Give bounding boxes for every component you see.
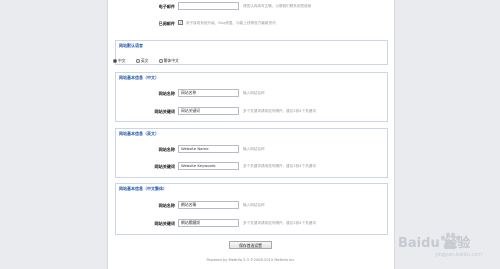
en-keywords-input[interactable]: Website Keywords <box>178 162 239 170</box>
cn-keywords-row: 网站关键词 网站关键词 多个关键词请用逗号隔开，建议3到4个关键词 <box>108 107 394 117</box>
email-hint: 请您认真填写正确，以便我们联系到您使用 <box>243 4 312 8</box>
language-radios: 中文 英文 繁体中文 <box>113 58 188 64</box>
radio-option-cn[interactable]: 中文 <box>113 58 126 63</box>
watermark-url: jingyan.baidu.com <box>436 252 483 258</box>
save-button[interactable]: 保存首选设置 <box>229 241 272 249</box>
en-name-hint: 输入网站名称 <box>243 147 265 151</box>
en-name-input[interactable]: Website Name <box>178 145 239 153</box>
cn-name-label: 网站名称 <box>158 91 175 96</box>
language-title: 网站默认语言 <box>119 43 143 48</box>
tw-keywords-row: 网站关键词 網站關鍵詞 多个关键词请用逗号隔开，建议3到4个关键词 <box>108 219 394 229</box>
tw-name-row: 网站名称 網站名稱 输入网站名称 <box>108 201 394 211</box>
settings-page: 电子邮件 请您认真填写正确，以便我们联系到您使用 已阅邮件 ✓ 用于接收系统升级… <box>107 0 395 269</box>
cn-name-hint: 输入网站名称 <box>243 91 265 95</box>
footer-text: Powered by MetInfo 5.3 ©2008-2015 MetInf… <box>206 258 296 262</box>
en-info-title: 网站基本信息（英文） <box>119 131 159 136</box>
cn-keywords-hint: 多个关键词请用逗号隔开，建议3到4个关键词 <box>243 109 316 113</box>
radio-button[interactable] <box>158 59 163 63</box>
cn-keywords-label: 网站关键词 <box>154 109 175 114</box>
radio-label: 英文 <box>140 58 149 63</box>
email-row: 电子邮件 请您认真填写正确，以便我们联系到您使用 <box>108 2 394 12</box>
notify-label: 已阅邮件 <box>158 21 175 26</box>
tw-name-hint: 输入网站名称 <box>243 203 265 207</box>
radio-label: 中文 <box>118 58 126 63</box>
email-field[interactable] <box>178 2 239 10</box>
tw-name-label: 网站名称 <box>158 203 175 208</box>
radio-button[interactable] <box>113 59 117 63</box>
en-name-label: 网站名称 <box>158 147 175 152</box>
cn-name-row: 网站名称 网站名称 输入网站名称 <box>108 89 394 99</box>
cn-info-title: 网站基本信息（中文） <box>119 75 159 80</box>
tw-keywords-label: 网站关键词 <box>154 221 175 226</box>
cn-name-input[interactable]: 网站名称 <box>178 89 239 97</box>
watermark-text: Baidu 经验 <box>398 236 471 251</box>
en-keywords-hint: 多个关键词请用逗号隔开，建议3到4个关键词 <box>243 164 316 168</box>
radio-button[interactable] <box>135 59 140 63</box>
en-name-row: 网站名称 Website Name 输入网站名称 <box>108 145 394 155</box>
email-label: 电子邮件 <box>158 4 175 9</box>
radio-option-en[interactable]: 英文 <box>135 58 149 63</box>
tw-name-input[interactable]: 網站名稱 <box>178 201 239 209</box>
tw-keywords-hint: 多个关键词请用逗号隔开，建议3到4个关键词 <box>243 221 316 225</box>
tw-keywords-input[interactable]: 網站關鍵詞 <box>178 219 239 227</box>
notify-checkbox[interactable]: ✓ <box>178 20 183 25</box>
radio-option-tw[interactable]: 繁体中文 <box>158 58 179 63</box>
notify-text: 用于接收系统升级、Bug修复、功能上线等官方最新资讯 <box>186 21 276 25</box>
cn-keywords-input[interactable]: 网站关键词 <box>178 107 239 115</box>
radio-label: 繁体中文 <box>163 58 179 63</box>
en-keywords-label: 网站关键词 <box>154 164 175 169</box>
en-keywords-row: 网站关键词 Website Keywords 多个关键词请用逗号隔开，建议3到4… <box>108 162 394 172</box>
notify-row: 已阅邮件 ✓ 用于接收系统升级、Bug修复、功能上线等官方最新资讯 <box>108 19 394 29</box>
baidu-watermark: Baidu 经验 jingyan.baidu.com <box>396 222 496 262</box>
tw-info-title: 网站基本信息（中文繁体） <box>119 186 167 191</box>
